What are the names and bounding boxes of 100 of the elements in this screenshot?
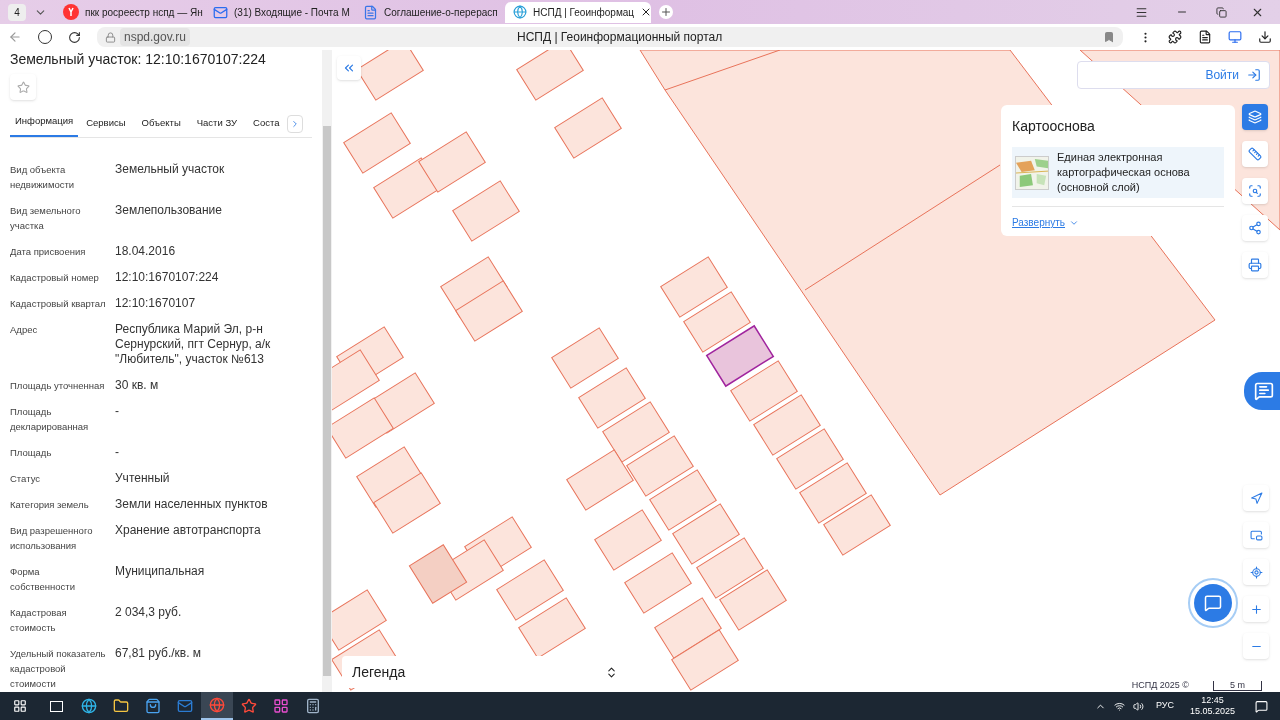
print-tool-button[interactable] xyxy=(1242,252,1268,278)
select-tool-button[interactable] xyxy=(1242,178,1268,204)
chat-icon[interactable] xyxy=(1204,594,1222,612)
layers-tool-button[interactable] xyxy=(1242,104,1268,130)
login-icon[interactable] xyxy=(1247,68,1261,82)
field-value: 12:10:1670107:224 xyxy=(115,270,220,286)
favorite-button[interactable] xyxy=(10,74,36,100)
field-value: Земельный участок xyxy=(115,162,226,179)
star-icon[interactable] xyxy=(16,80,30,94)
browser-tab[interactable]: (31) Входящие - Почта М xyxy=(205,1,351,23)
field-value: Хранение автотранспорта xyxy=(115,523,262,540)
screen-icon[interactable] xyxy=(1228,30,1242,44)
browser-tab[interactable]: НСПД | Геоинформац xyxy=(505,1,651,23)
calculator-icon[interactable] xyxy=(305,698,321,714)
page-title: НСПД | Геоинформационный портал xyxy=(517,29,723,46)
store-icon[interactable] xyxy=(145,698,161,714)
notifications-icon[interactable] xyxy=(1255,699,1268,713)
volume-icon[interactable] xyxy=(1132,700,1144,712)
url-text: nspd.gov.ru xyxy=(120,28,190,46)
yandex-logo-icon xyxy=(63,4,79,20)
card-title: Картооснова xyxy=(1012,117,1096,136)
field-label: Дата присвоения xyxy=(10,245,87,260)
locate-button[interactable] xyxy=(1243,559,1269,585)
folder-icon[interactable] xyxy=(113,698,129,714)
mail-icon xyxy=(213,4,228,20)
collections-icon[interactable] xyxy=(1198,30,1212,44)
object-title: Земельный участок: 12:10:1670107:224 xyxy=(10,50,267,67)
layer-name: Единая электронная картографическая основа (основной слой) xyxy=(1057,150,1191,195)
field-value: - xyxy=(115,445,120,461)
field-value: 2 034,3 руб. xyxy=(115,605,183,622)
clock-time: 12:45 xyxy=(1201,695,1224,706)
menu-icon[interactable] xyxy=(1135,5,1148,19)
field-label: Вид объекта недвижимости xyxy=(10,163,76,193)
panel-tab[interactable]: Соста xyxy=(245,116,288,138)
field-label: Площадь xyxy=(10,446,53,461)
bookmark-icon[interactable] xyxy=(1103,31,1115,43)
address-field[interactable]: nspd.gov.ru НСПД | Геоинформационный портал xyxy=(97,27,1123,47)
field-label: Адрес xyxy=(10,323,39,338)
extensions-icon[interactable] xyxy=(1168,30,1182,44)
field-value: 30 кв. м xyxy=(115,378,160,394)
basemap-layer[interactable]: Единая электронная картографическая основа (основной слой) xyxy=(1012,147,1224,198)
share-icon[interactable] xyxy=(1248,221,1262,235)
minimap-icon[interactable] xyxy=(1249,528,1263,542)
globe-icon xyxy=(513,5,527,19)
ruler-tool-button[interactable] xyxy=(1242,141,1268,167)
up-down-chevron-icon[interactable] xyxy=(605,665,618,679)
restore-icon[interactable] xyxy=(1216,6,1227,18)
print-icon[interactable] xyxy=(1248,258,1262,272)
locate-icon[interactable] xyxy=(1249,565,1263,579)
language-indicator[interactable]: РУС xyxy=(1155,699,1174,713)
scale-bar: 5 m xyxy=(1213,681,1262,691)
select-icon[interactable] xyxy=(1248,184,1262,198)
field-label: Удельный показатель кадастровой стоимости xyxy=(10,647,107,692)
field-label: Форма собственности xyxy=(10,565,76,595)
help-chat-button[interactable] xyxy=(1244,372,1280,410)
field-label: Категория земель xyxy=(10,498,90,513)
tab-title: пкк росреестр нспд — Ян xyxy=(85,5,203,20)
minimap-button[interactable] xyxy=(1243,522,1269,548)
network-icon[interactable] xyxy=(1113,700,1125,712)
taskbar-app[interactable] xyxy=(201,692,233,720)
collapse-panel-button[interactable] xyxy=(337,56,361,80)
grid-icon[interactable] xyxy=(273,698,289,714)
panel-tab[interactable]: Части ЗУ xyxy=(188,116,246,138)
browser-icon[interactable] xyxy=(81,698,97,714)
tab-title: (31) Входящие - Почта М xyxy=(234,5,350,20)
field-value: Республика Марий Эл, р-н Сернурский, пгт Сернур, а/к "Любитель", участок №613 xyxy=(115,322,272,368)
share-tool-button[interactable] xyxy=(1242,215,1268,241)
field-label: Кадастровый квартал xyxy=(10,297,107,312)
reload-icon[interactable] xyxy=(68,30,81,44)
tab-count-button[interactable]: 4 xyxy=(8,3,26,21)
back-icon[interactable] xyxy=(8,30,22,44)
tab-title: НСПД | Геоинформац xyxy=(533,5,635,20)
zoom-in-button[interactable] xyxy=(1243,596,1269,622)
chevrons-left-icon[interactable] xyxy=(342,61,356,75)
field-value: - xyxy=(115,404,120,421)
mail-icon[interactable] xyxy=(177,698,193,714)
panel-tab[interactable]: Информация xyxy=(10,114,79,138)
star-icon[interactable] xyxy=(241,698,257,714)
navigation-button[interactable] xyxy=(1243,485,1269,511)
navigation-icon[interactable] xyxy=(1249,491,1263,505)
panel-scrollbar[interactable] xyxy=(322,50,332,692)
task-view-icon[interactable] xyxy=(50,700,63,712)
field-label: Площадь уточненная xyxy=(10,379,106,394)
browser-tab[interactable]: Соглашение-о-перерасп xyxy=(355,1,501,23)
zoom-in-icon[interactable] xyxy=(1249,602,1263,616)
login-button[interactable]: Войти xyxy=(1077,61,1270,89)
browser-tab[interactable]: пкк росреестр нспд — Ян xyxy=(55,1,201,23)
chat-icon[interactable] xyxy=(1254,381,1274,401)
ruler-icon[interactable] xyxy=(1248,147,1262,161)
field-value: Учтенный xyxy=(115,471,171,487)
chat-button[interactable] xyxy=(1188,578,1238,628)
layers-icon[interactable] xyxy=(1248,110,1262,124)
new-tab-icon[interactable] xyxy=(659,5,673,19)
download-icon[interactable] xyxy=(1258,30,1272,44)
start-icon[interactable] xyxy=(13,699,27,713)
browser-icon[interactable] xyxy=(209,697,225,713)
panel-tab[interactable]: Объекты xyxy=(133,116,189,138)
field-label: Вид земельного участка xyxy=(10,204,82,234)
expand-link[interactable]: Развернуть xyxy=(1012,215,1065,230)
panel-tab[interactable]: Сервисы xyxy=(78,116,134,138)
